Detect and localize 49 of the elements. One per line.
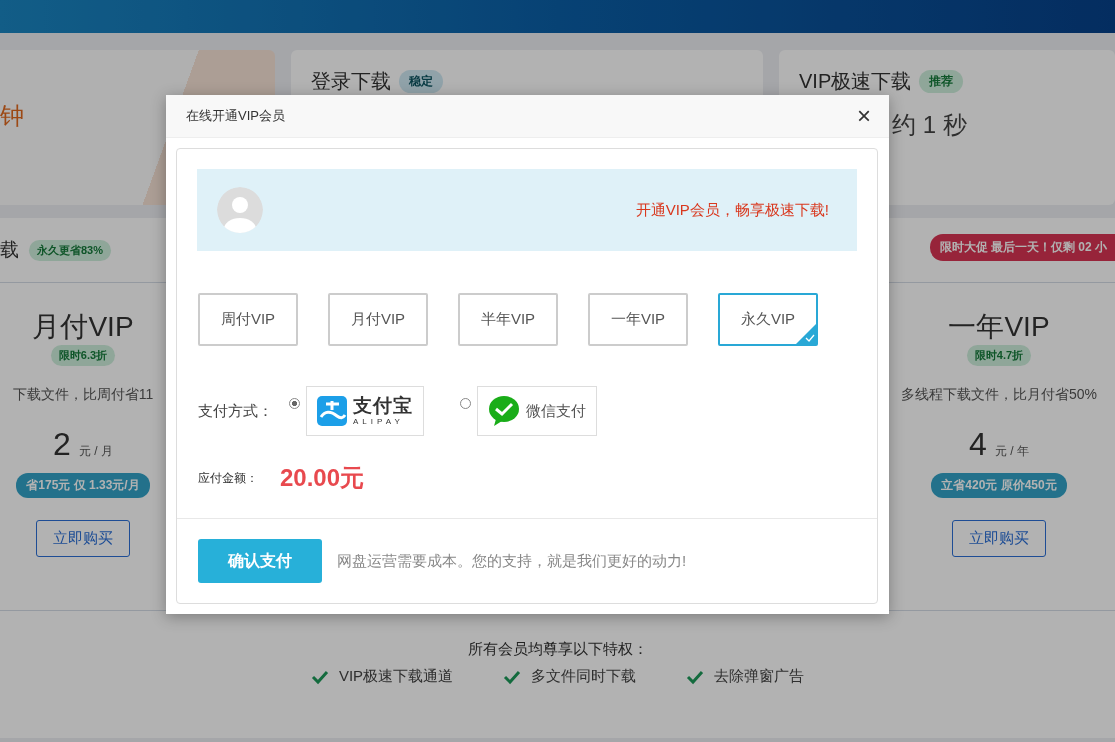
plan-name: 一年VIP [948, 310, 1050, 344]
alipay-logo-icon [317, 396, 347, 426]
card-title: 登录下载 [311, 69, 391, 94]
discount-badge: 永久更省83% [29, 239, 112, 261]
card-title: VIP极速下载 [799, 69, 912, 94]
perk-item: VIP极速下载通道 [338, 667, 454, 686]
payment-name: 支付宝 [353, 396, 413, 415]
field-label: 应付金额： [198, 469, 258, 487]
amount-value: 20.00元 [280, 463, 365, 493]
promo-banner: 限时大促 最后一天！仅剩 02 小 [929, 233, 1115, 261]
buy-button[interactable]: 立即购买 [952, 520, 1046, 557]
support-note: 网盘运营需要成本。您的支持，就是我们更好的动力! [337, 551, 687, 571]
perks-title: 所有会员均尊享以下特权： [467, 640, 648, 659]
card-value: 钟 [0, 101, 24, 131]
radio-button[interactable] [289, 398, 300, 409]
plan-description: 多线程下载文件，比月付省50% [901, 386, 1097, 404]
discount-badge: 限时6.3折 [50, 345, 116, 366]
selected-check-icon [795, 323, 817, 345]
tab-title: 载 [0, 238, 19, 262]
plan-option[interactable]: 半年VIP [458, 293, 558, 346]
plan-option[interactable]: 月付VIP [328, 293, 428, 346]
status-badge: 稳定 [399, 70, 443, 93]
promo-text: 开通VIP会员，畅享极速下载! [635, 200, 829, 220]
close-button[interactable]: × [853, 104, 875, 128]
plan-name: 月付VIP [32, 310, 134, 344]
payment-option[interactable]: 支付宝 ALIPAY [306, 386, 424, 436]
field-label: 支付方式： [198, 401, 273, 421]
plan-description: 下载文件，比周付省11 [12, 386, 154, 404]
saving-badge: 省175元 仅 1.33元/月 [16, 473, 150, 498]
price-unit: 元 / 月 [78, 443, 113, 460]
perk-item: 去除弹窗广告 [714, 667, 805, 686]
price-unit: 元 / 年 [994, 443, 1029, 460]
payment-option[interactable]: 微信支付 [477, 386, 597, 436]
card-value: 约 1 秒 [892, 110, 967, 140]
dialog-title: 在线开通VIP会员 [186, 107, 285, 125]
status-badge: 推荐 [919, 70, 964, 93]
payment-name: 微信支付 [526, 401, 586, 421]
plan-option[interactable]: 周付VIP [198, 293, 298, 346]
plan-option[interactable]: 一年VIP [588, 293, 688, 346]
chat-bubble-check-icon [488, 395, 520, 427]
perk-item: 多文件同时下载 [531, 667, 637, 686]
buy-button[interactable]: 立即购买 [36, 520, 130, 557]
saving-badge: 立省420元 原价450元 [931, 473, 1067, 498]
discount-badge: 限时4.7折 [966, 345, 1032, 366]
payment-subtitle: ALIPAY [353, 418, 405, 426]
avatar-icon [217, 187, 263, 233]
plan-option[interactable]: 永久VIP [718, 293, 818, 346]
price: 2 [53, 426, 71, 463]
price: 4 [969, 426, 987, 463]
